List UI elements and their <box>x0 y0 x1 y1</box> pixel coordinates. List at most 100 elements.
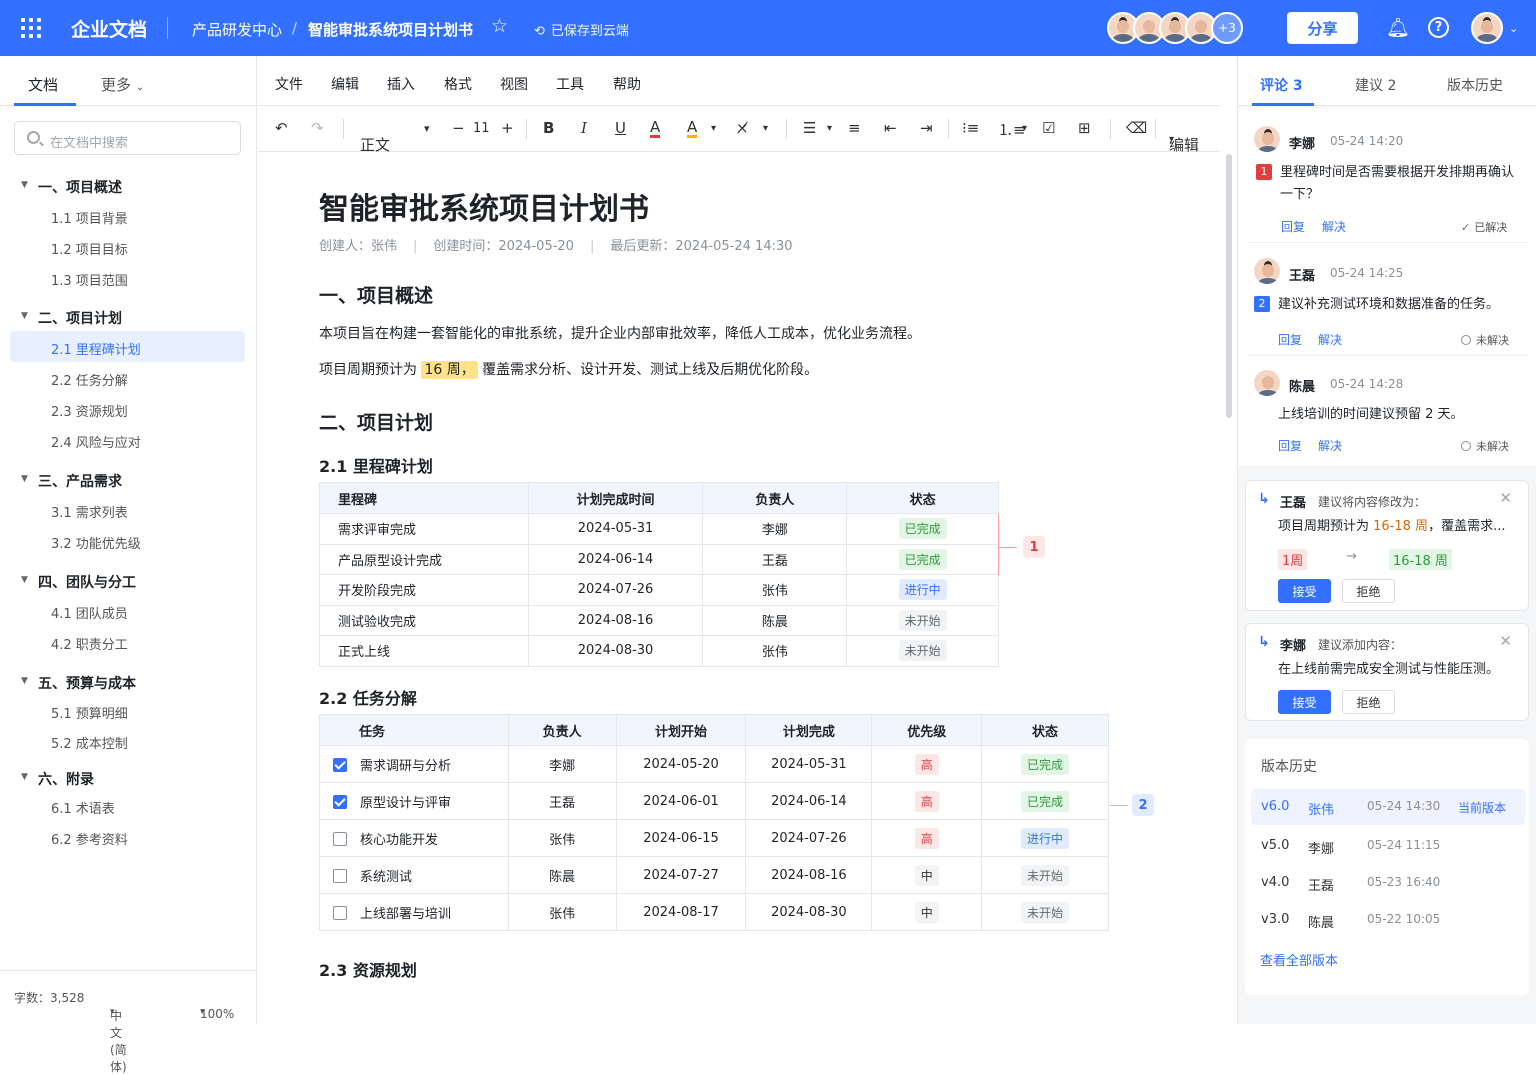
caret-down-icon[interactable]: ▼ <box>21 772 28 782</box>
avatar[interactable] <box>1471 12 1503 44</box>
milestone-date[interactable]: 2024-08-16 <box>527 604 704 636</box>
toc-section[interactable]: ▼ 一、项目概述 <box>21 177 122 197</box>
task-owner[interactable]: 陈晨 <box>507 856 617 894</box>
highlight-color-icon[interactable]: A <box>687 119 698 138</box>
task-end[interactable]: 2024-06-14 <box>745 782 873 820</box>
bullet-list-icon[interactable]: ⁝≡ <box>962 119 979 137</box>
task-status-cell[interactable]: 已完成 <box>981 745 1109 783</box>
milestone-owner[interactable]: 王磊 <box>702 543 848 575</box>
task-name-cell[interactable]: 需求调研与分析 <box>319 745 509 783</box>
comment-anchor-1[interactable]: 1 <box>1023 536 1045 558</box>
task-start[interactable]: 2024-06-15 <box>615 819 747 857</box>
toc-item[interactable]: 6.2 参考资料 <box>51 829 128 848</box>
toc-item[interactable]: 2.2 任务分解 <box>51 370 128 389</box>
reject-button[interactable]: 拒绝 <box>1342 579 1395 603</box>
toc-item[interactable]: 4.1 团队成员 <box>51 603 128 622</box>
reject-button[interactable]: 拒绝 <box>1342 690 1395 714</box>
milestone-date[interactable]: 2024-08-30 <box>527 635 704 667</box>
milestone-status-cell[interactable]: 已完成 <box>846 543 999 575</box>
tab-version-history[interactable]: 版本历史 <box>1447 75 1503 95</box>
toc-section[interactable]: ▼ 二、项目计划 <box>21 308 122 328</box>
menu-help[interactable]: 帮助 <box>613 74 641 94</box>
bell-icon[interactable]: 🔔︎ <box>1386 16 1410 39</box>
italic-icon[interactable]: I <box>581 119 587 137</box>
toc-item[interactable]: 1.1 项目背景 <box>51 208 128 227</box>
task-checkbox[interactable] <box>333 794 347 809</box>
chevron-down-icon[interactable]: ▾ <box>1022 123 1027 134</box>
task-checkbox[interactable] <box>333 905 347 920</box>
milestone-owner[interactable]: 张伟 <box>702 574 848 606</box>
caret-down-icon[interactable]: ▼ <box>21 474 28 484</box>
task-status-cell[interactable]: 未开始 <box>981 856 1109 894</box>
toc-item[interactable]: 4.2 职责分工 <box>51 634 128 653</box>
reply-button[interactable]: 回复 <box>1281 218 1305 235</box>
task-owner[interactable]: 李娜 <box>507 745 617 783</box>
milestone-name[interactable]: 产品原型设计完成 <box>319 543 529 575</box>
task-priority-cell[interactable]: 高 <box>871 782 983 820</box>
task-checkbox[interactable] <box>333 757 347 772</box>
menu-file[interactable]: 文件 <box>275 74 303 94</box>
redo-icon[interactable]: ↷ <box>311 119 324 137</box>
tab-suggestions[interactable]: 建议 2 <box>1355 75 1396 95</box>
milestone-date[interactable]: 2024-06-14 <box>527 543 704 575</box>
font-color-icon[interactable]: A <box>650 119 661 138</box>
task-owner[interactable]: 张伟 <box>507 893 617 931</box>
clear-format-icon[interactable]: ⨯̸ <box>736 119 749 137</box>
resolve-button[interactable]: 解决 <box>1318 331 1342 348</box>
version-row[interactable]: v3.0 陈晨 05-22 10:05 <box>1251 902 1525 938</box>
collaborator-avatars[interactable]: +3 <box>1107 12 1243 44</box>
align-left-icon[interactable]: ☰ <box>803 119 816 137</box>
chevron-down-icon[interactable]: ⌄ <box>1509 22 1518 35</box>
chevron-down-icon[interactable]: ▾ <box>827 123 832 134</box>
chevron-down-icon[interactable]: ▾ <box>711 123 716 134</box>
task-start[interactable]: 2024-05-20 <box>615 745 747 783</box>
bold-icon[interactable]: B <box>543 119 554 137</box>
toc-section[interactable]: ▼ 四、团队与分工 <box>21 572 136 592</box>
undo-icon[interactable]: ↶ <box>275 119 288 137</box>
share-button[interactable]: 分享 <box>1287 12 1358 44</box>
milestone-name[interactable]: 开发阶段完成 <box>319 574 529 606</box>
caret-down-icon[interactable]: ▼ <box>21 311 28 321</box>
milestone-owner[interactable]: 李娜 <box>702 513 848 545</box>
toc-item-selected[interactable]: 2.1 里程碑计划 <box>51 339 141 358</box>
indent-right-icon[interactable]: ⇥ <box>920 119 933 137</box>
task-end[interactable]: 2024-07-26 <box>745 819 873 857</box>
task-end[interactable]: 2024-08-16 <box>745 856 873 894</box>
milestone-status-cell[interactable]: 进行中 <box>846 574 999 606</box>
toc-item[interactable]: 2.3 资源规划 <box>51 401 128 420</box>
task-priority-cell[interactable]: 中 <box>871 893 983 931</box>
task-status-cell[interactable]: 已完成 <box>981 782 1109 820</box>
close-icon[interactable]: ✕ <box>1499 632 1512 650</box>
highlighted-text[interactable]: 16 周， <box>421 361 478 379</box>
task-status-cell[interactable]: 进行中 <box>981 819 1109 857</box>
milestone-status-cell[interactable]: 已完成 <box>846 513 999 545</box>
version-row[interactable]: v4.0 王磊 05-23 16:40 <box>1251 865 1525 901</box>
checkbox-icon[interactable]: ☑ <box>1042 119 1055 137</box>
breadcrumb-parent[interactable]: 产品研发中心 <box>192 19 282 40</box>
milestone-owner[interactable]: 张伟 <box>702 635 848 667</box>
resolve-button[interactable]: 解决 <box>1322 218 1346 235</box>
toc-item[interactable]: 3.2 功能优先级 <box>51 533 141 552</box>
task-end[interactable]: 2024-05-31 <box>745 745 873 783</box>
resolve-button[interactable]: 解决 <box>1318 437 1342 454</box>
toc-item[interactable]: 5.1 预算明细 <box>51 703 128 722</box>
task-owner[interactable]: 王磊 <box>507 782 617 820</box>
tab-comments[interactable]: 评论 3 <box>1260 75 1303 95</box>
task-name-cell[interactable]: 上线部署与培训 <box>319 893 509 931</box>
accept-button[interactable]: 接受 <box>1278 579 1331 603</box>
task-name-cell[interactable]: 原型设计与评审 <box>319 782 509 820</box>
accept-button[interactable]: 接受 <box>1278 690 1331 714</box>
chevron-down-icon[interactable]: ▾ <box>763 123 768 134</box>
font-size-value[interactable]: 11 <box>473 121 490 136</box>
star-icon[interactable]: ☆ <box>491 15 508 37</box>
milestone-name[interactable]: 测试验收完成 <box>319 604 529 636</box>
toc-section[interactable]: ▼ 六、附录 <box>21 769 94 789</box>
milestone-status-cell[interactable]: 未开始 <box>846 635 999 667</box>
tab-more[interactable]: 更多 ⌄ <box>101 74 144 95</box>
doc-search-input[interactable]: 在文档中搜索 <box>14 121 241 155</box>
milestone-name[interactable]: 需求评审完成 <box>319 513 529 545</box>
tab-document[interactable]: 文档 <box>28 74 58 95</box>
version-row[interactable]: v6.0 张伟 05-24 14:30 当前版本 <box>1251 789 1525 825</box>
menu-edit[interactable]: 编辑 <box>331 74 359 94</box>
caret-down-icon[interactable]: ▼ <box>21 676 28 686</box>
